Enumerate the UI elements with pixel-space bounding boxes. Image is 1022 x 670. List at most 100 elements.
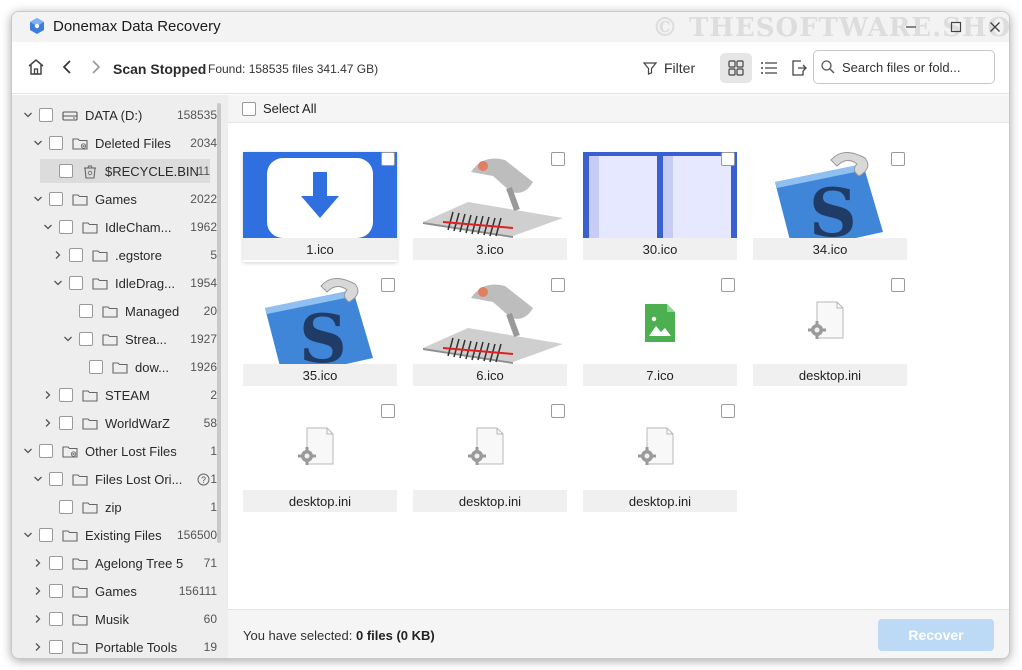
file-checkbox[interactable] <box>891 278 905 292</box>
chevron-right-icon[interactable] <box>42 389 54 401</box>
tree-item[interactable]: Portable Tools 19 <box>12 635 217 658</box>
file-tile[interactable]: desktop.ini <box>413 404 567 514</box>
chevron-right-icon[interactable] <box>42 417 54 429</box>
file-tile[interactable]: 7.ico <box>583 278 737 388</box>
chevron-down-icon[interactable] <box>22 445 34 457</box>
tree-item[interactable]: dow... 1926 <box>12 355 217 379</box>
tree-item[interactable]: IdleCham... 1962 <box>12 215 217 239</box>
tree-item-checkbox[interactable] <box>49 136 63 150</box>
tree-item[interactable]: zip 1 <box>12 495 217 519</box>
file-checkbox[interactable] <box>381 404 395 418</box>
tree-item[interactable]: Games 2022 <box>12 187 217 211</box>
chevron-down-icon[interactable] <box>42 221 54 233</box>
recover-button[interactable]: Recover <box>878 619 994 651</box>
tree-item-checkbox[interactable] <box>49 556 63 570</box>
file-checkbox[interactable] <box>551 152 565 166</box>
chevron-down-icon[interactable] <box>32 137 44 149</box>
file-checkbox[interactable] <box>381 278 395 292</box>
tree-item[interactable]: Files Lost Ori...? 1 <box>12 467 217 491</box>
help-icon[interactable]: ? <box>197 473 210 486</box>
chevron-right-icon[interactable] <box>32 641 44 653</box>
tree-item-checkbox[interactable] <box>79 332 93 346</box>
close-button[interactable] <box>983 16 1007 38</box>
chevron-right-icon[interactable] <box>52 249 64 261</box>
chevron-right-icon[interactable] <box>32 557 44 569</box>
tree-item-checkbox[interactable] <box>69 276 83 290</box>
tree-item-checkbox[interactable] <box>89 360 103 374</box>
tree-item-checkbox[interactable] <box>79 304 93 318</box>
tree-item[interactable]: Deleted Files 2034 <box>12 131 217 155</box>
tree-item-checkbox[interactable] <box>39 108 53 122</box>
maximize-button[interactable] <box>944 16 968 38</box>
file-tile[interactable]: 3.ico <box>413 152 567 262</box>
tree-item[interactable]: Strea... 1927 <box>12 327 217 351</box>
file-tile[interactable]: 6.ico <box>413 278 567 388</box>
filter-button[interactable]: Filter <box>642 57 695 79</box>
tree-item[interactable]: Musik 60 <box>12 607 217 631</box>
tree-item-checkbox[interactable] <box>49 612 63 626</box>
tree-item-checkbox[interactable] <box>49 472 63 486</box>
file-tile[interactable]: 1.ico <box>243 152 397 262</box>
chevron-down-icon[interactable] <box>32 473 44 485</box>
tree-item-checkbox[interactable] <box>49 584 63 598</box>
chevron-down-icon[interactable] <box>32 193 44 205</box>
file-tile[interactable]: desktop.ini <box>243 404 397 514</box>
file-checkbox[interactable] <box>721 278 735 292</box>
sidebar-scrollbar[interactable] <box>217 103 221 543</box>
list-view-button[interactable] <box>753 53 785 83</box>
back-button[interactable] <box>56 56 78 78</box>
tree-item[interactable]: Agelong Tree 5 71 <box>12 551 217 575</box>
tree-item-checkbox[interactable] <box>59 500 73 514</box>
search-box[interactable] <box>813 50 995 84</box>
tree-item[interactable]: STEAM 2 <box>12 383 217 407</box>
file-checkbox[interactable] <box>891 152 905 166</box>
file-checkbox[interactable] <box>381 152 395 166</box>
chevron-right-icon[interactable] <box>32 585 44 597</box>
minimize-button[interactable] <box>899 16 923 38</box>
grid-view-button[interactable] <box>720 53 752 83</box>
file-tile[interactable]: desktop.ini <box>583 404 737 514</box>
select-all[interactable]: Select All <box>242 101 316 116</box>
file-tile[interactable]: desktop.ini <box>753 278 907 388</box>
forward-button[interactable] <box>85 56 107 78</box>
file-name: desktop.ini <box>583 490 737 512</box>
export-button[interactable] <box>783 53 815 83</box>
tree-item[interactable]: WorldWarZ 58 <box>12 411 217 435</box>
file-grid-header: Select All <box>228 95 1009 123</box>
export-icon <box>792 60 807 76</box>
chevron-down-icon[interactable] <box>62 333 74 345</box>
list-view-icon <box>761 62 777 74</box>
chevron-down-icon[interactable] <box>22 109 34 121</box>
file-checkbox[interactable] <box>721 404 735 418</box>
home-button[interactable] <box>25 56 47 78</box>
chevron-down-icon[interactable] <box>22 529 34 541</box>
tree-item[interactable]: $RECYCLE.BIN 11 <box>40 159 210 183</box>
file-tile[interactable]: S 34.ico <box>753 152 907 262</box>
file-checkbox[interactable] <box>551 404 565 418</box>
tree-item-checkbox[interactable] <box>59 164 73 178</box>
tree-item-checkbox[interactable] <box>59 220 73 234</box>
file-checkbox[interactable] <box>551 278 565 292</box>
tree-item[interactable]: DATA (D:) 158535 <box>12 103 217 127</box>
recycle-bin-icon <box>81 163 99 179</box>
tree-item-checkbox[interactable] <box>69 248 83 262</box>
tree-item-checkbox[interactable] <box>49 192 63 206</box>
tree-item-checkbox[interactable] <box>59 388 73 402</box>
chevron-right-icon[interactable] <box>32 613 44 625</box>
tree-item[interactable]: Games 156111 <box>12 579 217 603</box>
tree-item[interactable]: IdleDrag... 1954 <box>12 271 217 295</box>
tree-item-checkbox[interactable] <box>59 416 73 430</box>
file-tile[interactable]: 30.ico <box>583 152 737 262</box>
file-checkbox[interactable] <box>721 152 735 166</box>
search-input[interactable] <box>842 59 982 75</box>
tree-item[interactable]: Existing Files 156500 <box>12 523 217 547</box>
tree-item[interactable]: .egstore 5 <box>12 243 217 267</box>
tree-item-checkbox[interactable] <box>39 528 53 542</box>
tree-item-checkbox[interactable] <box>39 444 53 458</box>
tree-item-checkbox[interactable] <box>49 640 63 654</box>
select-all-checkbox[interactable] <box>242 101 256 116</box>
chevron-down-icon[interactable] <box>52 277 64 289</box>
file-tile[interactable]: S 35.ico <box>243 278 397 388</box>
tree-item[interactable]: Managed 20 <box>12 299 217 323</box>
tree-item[interactable]: Other Lost Files 1 <box>12 439 217 463</box>
